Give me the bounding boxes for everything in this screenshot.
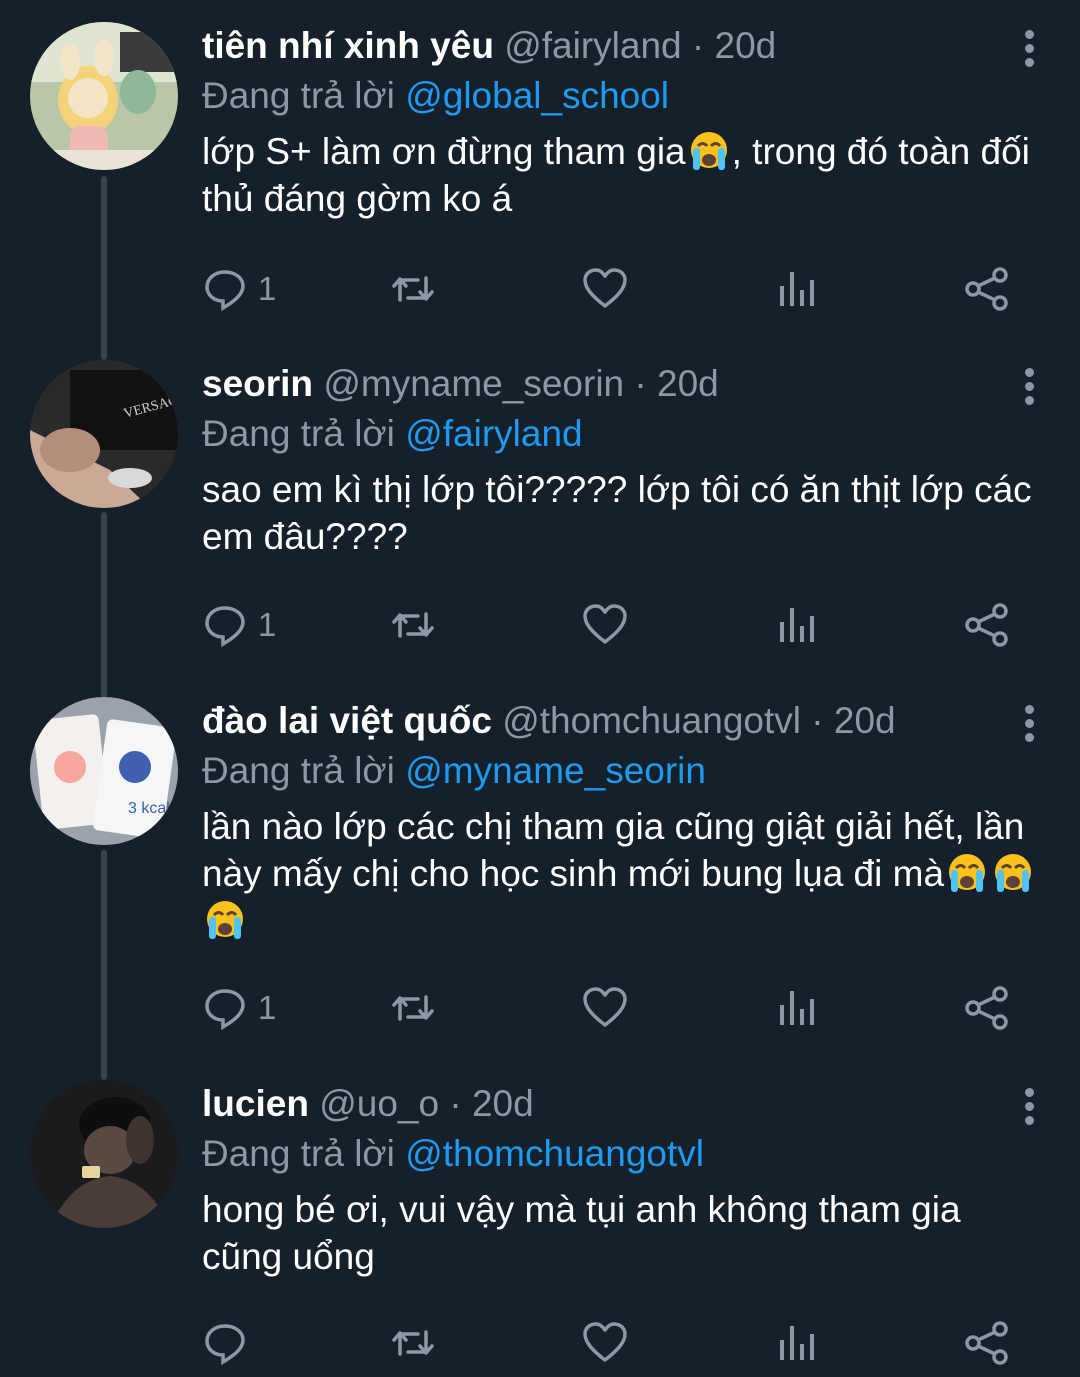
tweet-actions: 1: [202, 600, 1022, 650]
replying-to: Đang trả lời @fairyland: [202, 410, 1040, 458]
analytics-icon: [780, 608, 814, 642]
reply-icon: [205, 606, 245, 648]
share-icon: [965, 1321, 1008, 1365]
share-icon: [965, 603, 1008, 647]
like-button[interactable]: [582, 983, 628, 1033]
tweet-text-part: lớp S+ làm ơn đừng tham gia: [202, 131, 686, 172]
share-button[interactable]: [964, 600, 1010, 650]
loudly-crying-face-emoji: [202, 899, 248, 941]
retweet-icon: [392, 995, 434, 1021]
reply-icon: [205, 270, 245, 312]
retweet-icon: [392, 612, 434, 638]
avatar[interactable]: VERSACE: [30, 360, 178, 508]
timestamp[interactable]: 20d: [657, 363, 719, 404]
replying-to: Đang trả lời @global_school: [202, 72, 1040, 120]
tweet-actions: 1: [202, 983, 1022, 1033]
separator-dot: ·: [811, 700, 824, 741]
loudly-crying-face-emoji: [944, 852, 990, 894]
avatar[interactable]: 3 kcal: [30, 697, 178, 845]
mention-link[interactable]: @fairyland: [405, 413, 582, 454]
mention-link[interactable]: @myname_seorin: [405, 750, 706, 791]
tweet-actions: 1: [202, 264, 1022, 314]
views-button[interactable]: [774, 600, 820, 650]
reply-count: 1: [258, 606, 277, 643]
more-vertical-icon[interactable]: [1022, 30, 1036, 72]
heart-icon: [583, 987, 627, 1027]
separator-dot: ·: [634, 363, 647, 404]
display-name[interactable]: lucien: [202, 1083, 309, 1124]
replying-to-label: Đang trả lời: [202, 1133, 406, 1174]
display-name[interactable]: tiên nhí xinh yêu: [202, 25, 494, 66]
timestamp[interactable]: 20d: [834, 700, 896, 741]
share-button[interactable]: [964, 1318, 1010, 1368]
analytics-icon: [780, 272, 814, 306]
reply-icon: [205, 1324, 245, 1366]
replying-to-label: Đang trả lời: [202, 750, 406, 791]
more-vertical-icon[interactable]: [1022, 1088, 1036, 1130]
like-button[interactable]: [582, 264, 628, 314]
separator-dot: ·: [449, 1083, 462, 1124]
reply-icon: [205, 989, 245, 1031]
avatar[interactable]: [30, 1080, 178, 1228]
tweet-text: sao em kì thị lớp tôi????? lớp tôi có ăn…: [202, 469, 1032, 557]
loudly-crying-face-emoji: [990, 852, 1036, 894]
retweet-button[interactable]: [390, 600, 436, 650]
thread-line: [101, 176, 107, 360]
share-button[interactable]: [964, 983, 1010, 1033]
display-name[interactable]: seorin: [202, 363, 313, 404]
heart-icon: [583, 604, 627, 644]
like-button[interactable]: [582, 600, 628, 650]
share-icon: [965, 267, 1008, 311]
avatar-text: 3 kcal: [128, 800, 170, 817]
tweet-text-part: lần nào lớp các chị tham gia cũng giật g…: [202, 806, 1025, 894]
timestamp[interactable]: 20d: [472, 1083, 534, 1124]
views-button[interactable]: [774, 1318, 820, 1368]
share-button[interactable]: [964, 264, 1010, 314]
replying-to: Đang trả lời @myname_seorin: [202, 747, 1040, 795]
more-vertical-icon[interactable]: [1022, 705, 1036, 747]
user-handle[interactable]: @thomchuangotvl: [502, 700, 801, 741]
tweet-text: lớp S+ làm ơn đừng tham gia, trong đó to…: [202, 128, 1042, 222]
replying-to-label: Đang trả lời: [202, 75, 406, 116]
thread-line: [101, 512, 107, 698]
retweet-button[interactable]: [390, 1318, 436, 1368]
user-handle[interactable]: @uo_o: [319, 1083, 439, 1124]
retweet-icon: [392, 1330, 434, 1356]
analytics-icon: [780, 1326, 814, 1360]
retweet-button[interactable]: [390, 983, 436, 1033]
loudly-crying-face-emoji: [686, 130, 732, 172]
analytics-icon: [780, 991, 814, 1025]
heart-icon: [583, 268, 627, 308]
tweet-text: hong bé ơi, vui vậy mà tụi anh không tha…: [202, 1189, 961, 1277]
timestamp[interactable]: 20d: [715, 25, 777, 66]
views-button[interactable]: [774, 264, 820, 314]
separator-dot: ·: [691, 25, 705, 66]
mention-link[interactable]: @thomchuangotvl: [405, 1133, 704, 1174]
mention-link[interactable]: @global_school: [405, 75, 669, 116]
user-handle[interactable]: @myname_seorin: [323, 363, 624, 404]
tweet-actions: [202, 1318, 1022, 1368]
replying-to-label: Đang trả lời: [202, 413, 406, 454]
display-name[interactable]: đào lai việt quốc: [202, 700, 492, 741]
reply-count: 1: [258, 989, 277, 1026]
more-vertical-icon[interactable]: [1022, 368, 1036, 410]
like-button[interactable]: [582, 1318, 628, 1368]
retweet-icon: [392, 276, 434, 302]
thread-line: [101, 850, 107, 1080]
views-button[interactable]: [774, 983, 820, 1033]
reply-button[interactable]: 1: [202, 600, 276, 650]
reply-count: 1: [258, 270, 277, 307]
heart-icon: [583, 1322, 627, 1362]
avatar[interactable]: [30, 22, 178, 170]
reply-button[interactable]: 1: [202, 264, 276, 314]
reply-button[interactable]: [202, 1318, 258, 1368]
user-handle[interactable]: @fairyland: [504, 25, 681, 66]
reply-button[interactable]: 1: [202, 983, 276, 1033]
tweet-text: lần nào lớp các chị tham gia cũng giật g…: [202, 803, 1042, 944]
share-icon: [965, 986, 1008, 1030]
retweet-button[interactable]: [390, 264, 436, 314]
replying-to: Đang trả lời @thomchuangotvl: [202, 1130, 1040, 1178]
